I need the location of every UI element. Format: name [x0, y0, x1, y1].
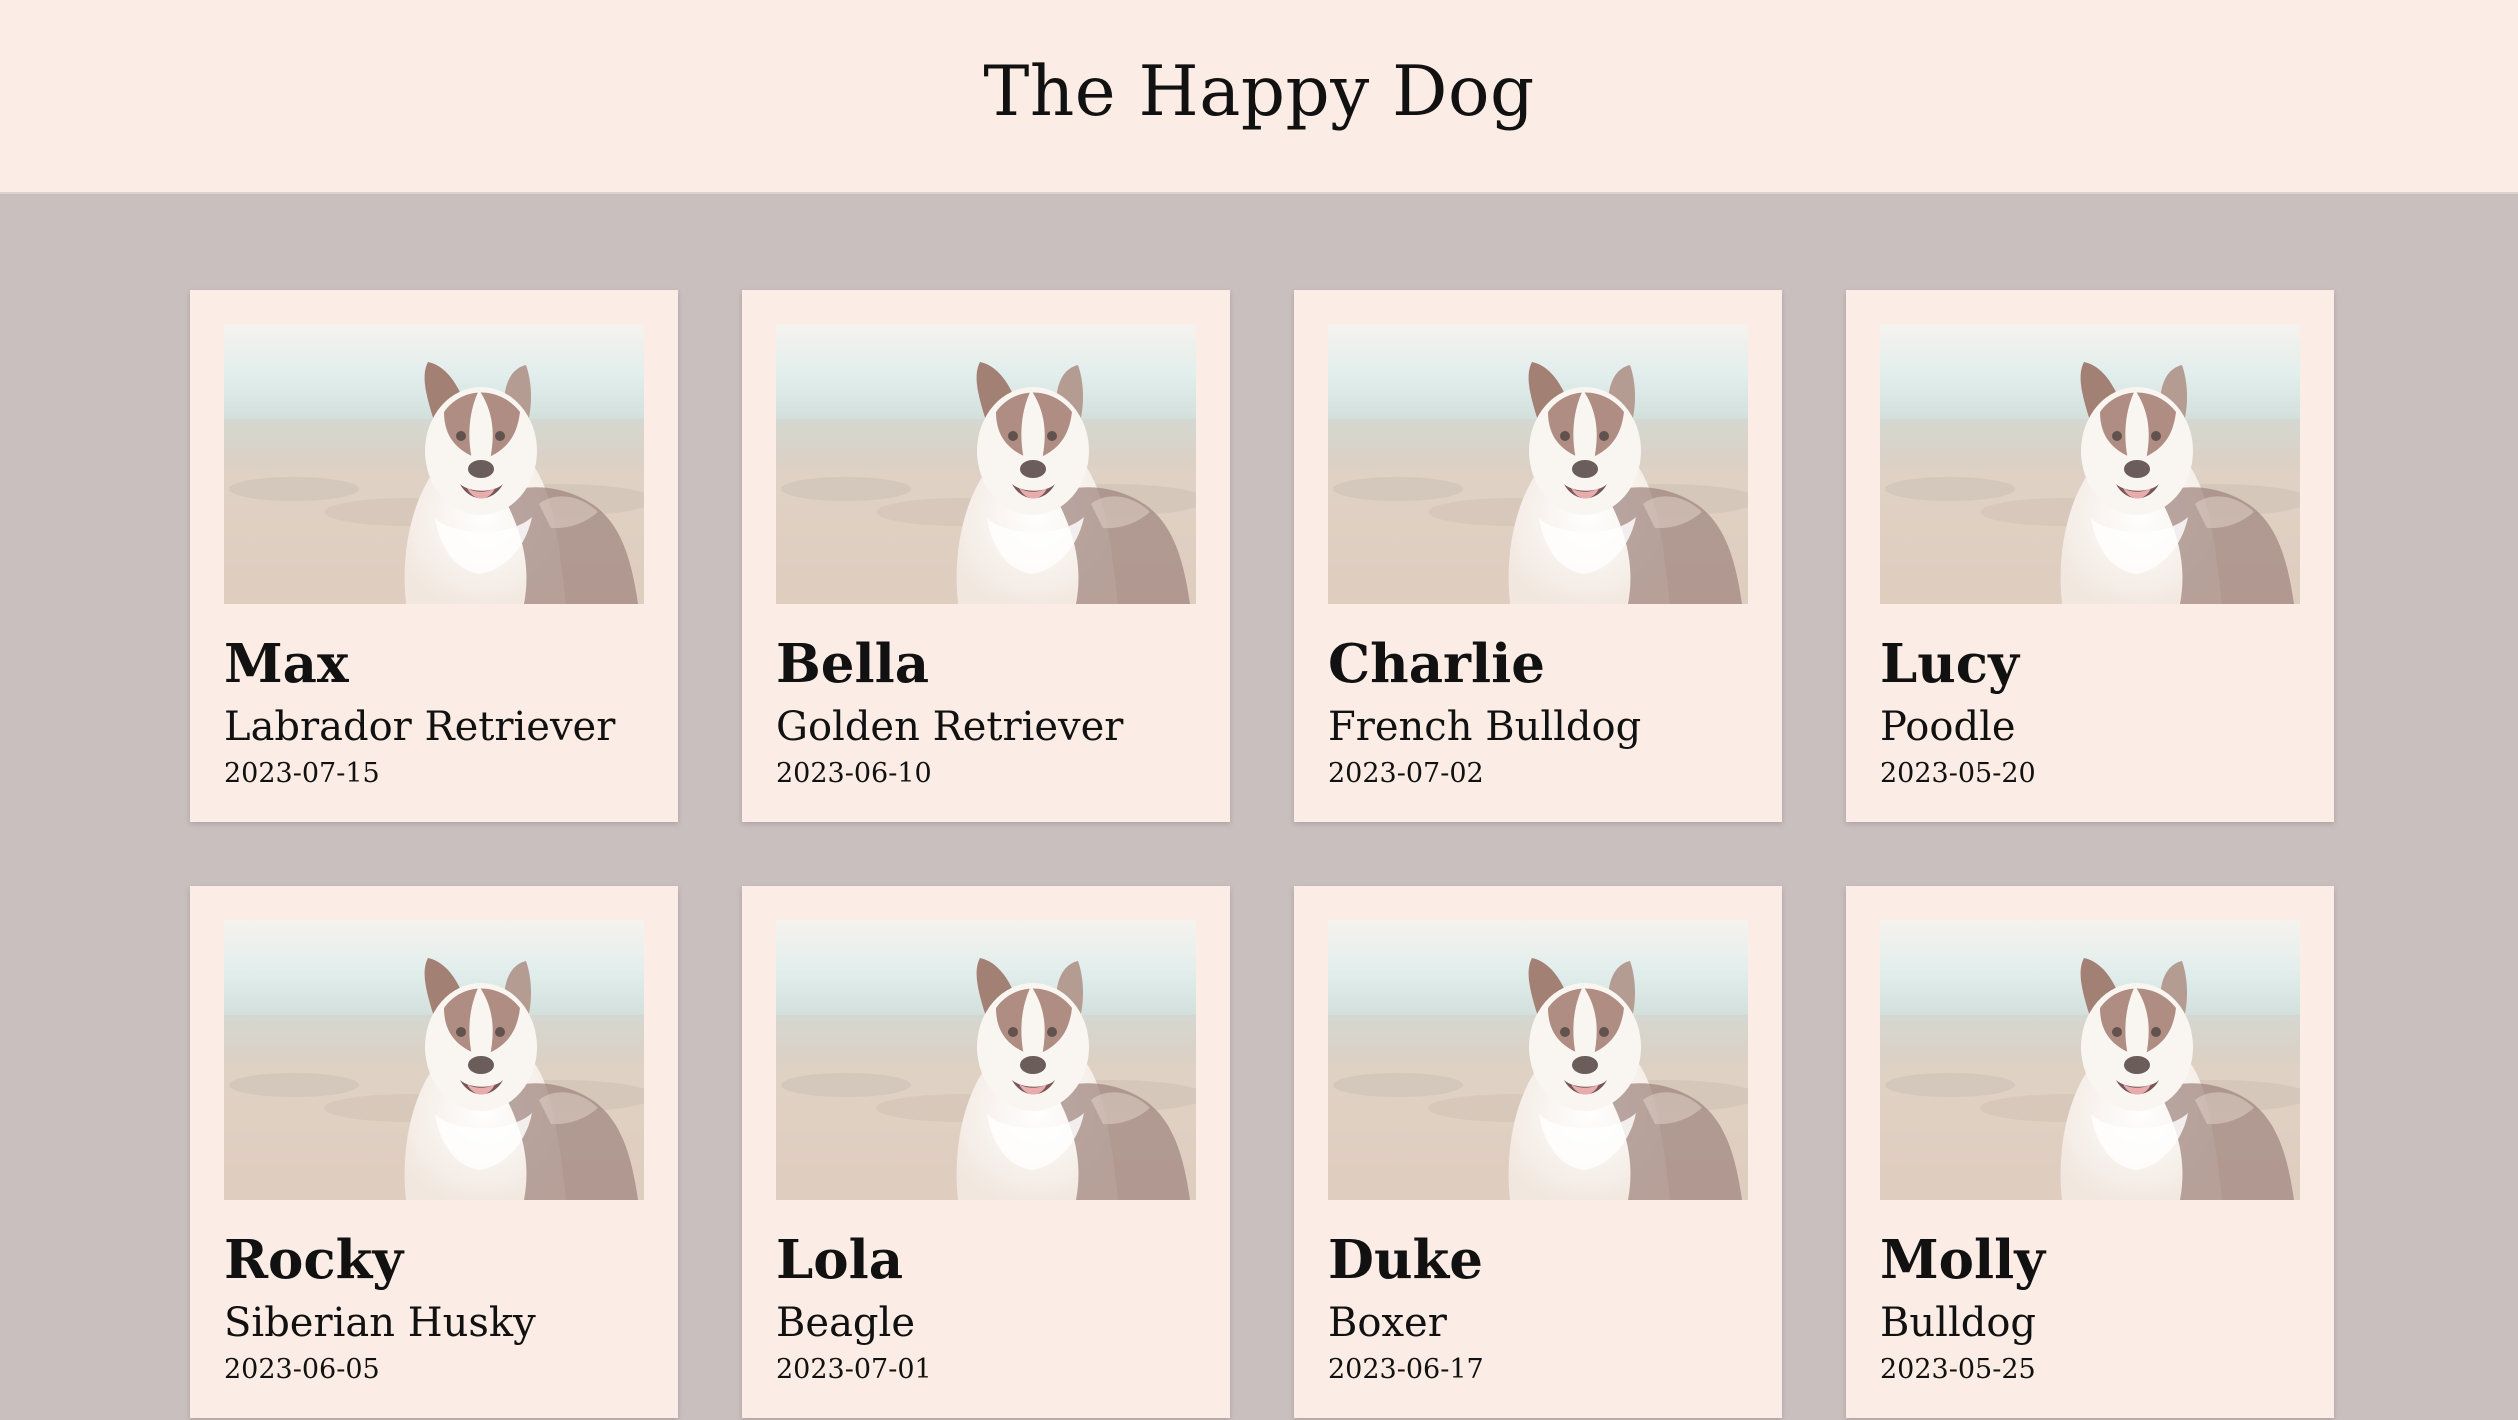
dog-name: Duke [1328, 1229, 1483, 1291]
dog-card[interactable]: Lola Beagle 2023-07-01 [742, 886, 1230, 1418]
dog-date: 2023-07-15 [224, 758, 380, 789]
dog-photo [224, 920, 644, 1200]
dog-photo [1328, 324, 1748, 604]
dog-grid: Max Labrador Retriever 2023-07-15 Bella … [190, 290, 2334, 1418]
dog-name: Lola [776, 1229, 904, 1291]
dog-name: Bella [776, 633, 930, 695]
dog-date: 2023-07-02 [1328, 758, 1484, 789]
dog-photo [1328, 920, 1748, 1200]
site-title: The Happy Dog [983, 51, 1535, 132]
dog-breed: Beagle [776, 1300, 915, 1346]
dog-date: 2023-06-05 [224, 1354, 380, 1385]
dog-name: Molly [1880, 1229, 2046, 1291]
dog-date: 2023-07-01 [776, 1354, 932, 1385]
dog-card[interactable]: Duke Boxer 2023-06-17 [1294, 886, 1782, 1418]
dog-date: 2023-06-10 [776, 758, 932, 789]
dog-date: 2023-05-25 [1880, 1354, 2036, 1385]
dog-photo [1880, 324, 2300, 604]
dog-photo [224, 324, 644, 604]
dog-date: 2023-06-17 [1328, 1354, 1484, 1385]
dog-card[interactable]: Bella Golden Retriever 2023-06-10 [742, 290, 1230, 822]
dog-card[interactable]: Rocky Siberian Husky 2023-06-05 [190, 886, 678, 1418]
site-header: The Happy Dog [0, 0, 2518, 194]
dog-breed: Boxer [1328, 1300, 1447, 1346]
dog-breed: Golden Retriever [776, 704, 1124, 750]
dog-photo [1880, 920, 2300, 1200]
dog-card[interactable]: Molly Bulldog 2023-05-25 [1846, 886, 2334, 1418]
dog-breed: Bulldog [1880, 1300, 2037, 1346]
dog-breed: French Bulldog [1328, 704, 1642, 750]
dog-card[interactable]: Lucy Poodle 2023-05-20 [1846, 290, 2334, 822]
dog-date: 2023-05-20 [1880, 758, 2036, 789]
dog-card[interactable]: Max Labrador Retriever 2023-07-15 [190, 290, 678, 822]
dog-name: Max [224, 633, 349, 695]
dog-photo [776, 920, 1196, 1200]
dog-photo [776, 324, 1196, 604]
dog-name: Lucy [1880, 633, 2019, 695]
dog-name: Charlie [1328, 633, 1545, 695]
dog-card[interactable]: Charlie French Bulldog 2023-07-02 [1294, 290, 1782, 822]
dog-name: Rocky [224, 1229, 404, 1291]
dog-breed: Poodle [1880, 704, 2016, 750]
dog-breed: Siberian Husky [224, 1300, 536, 1346]
dog-breed: Labrador Retriever [224, 704, 616, 750]
